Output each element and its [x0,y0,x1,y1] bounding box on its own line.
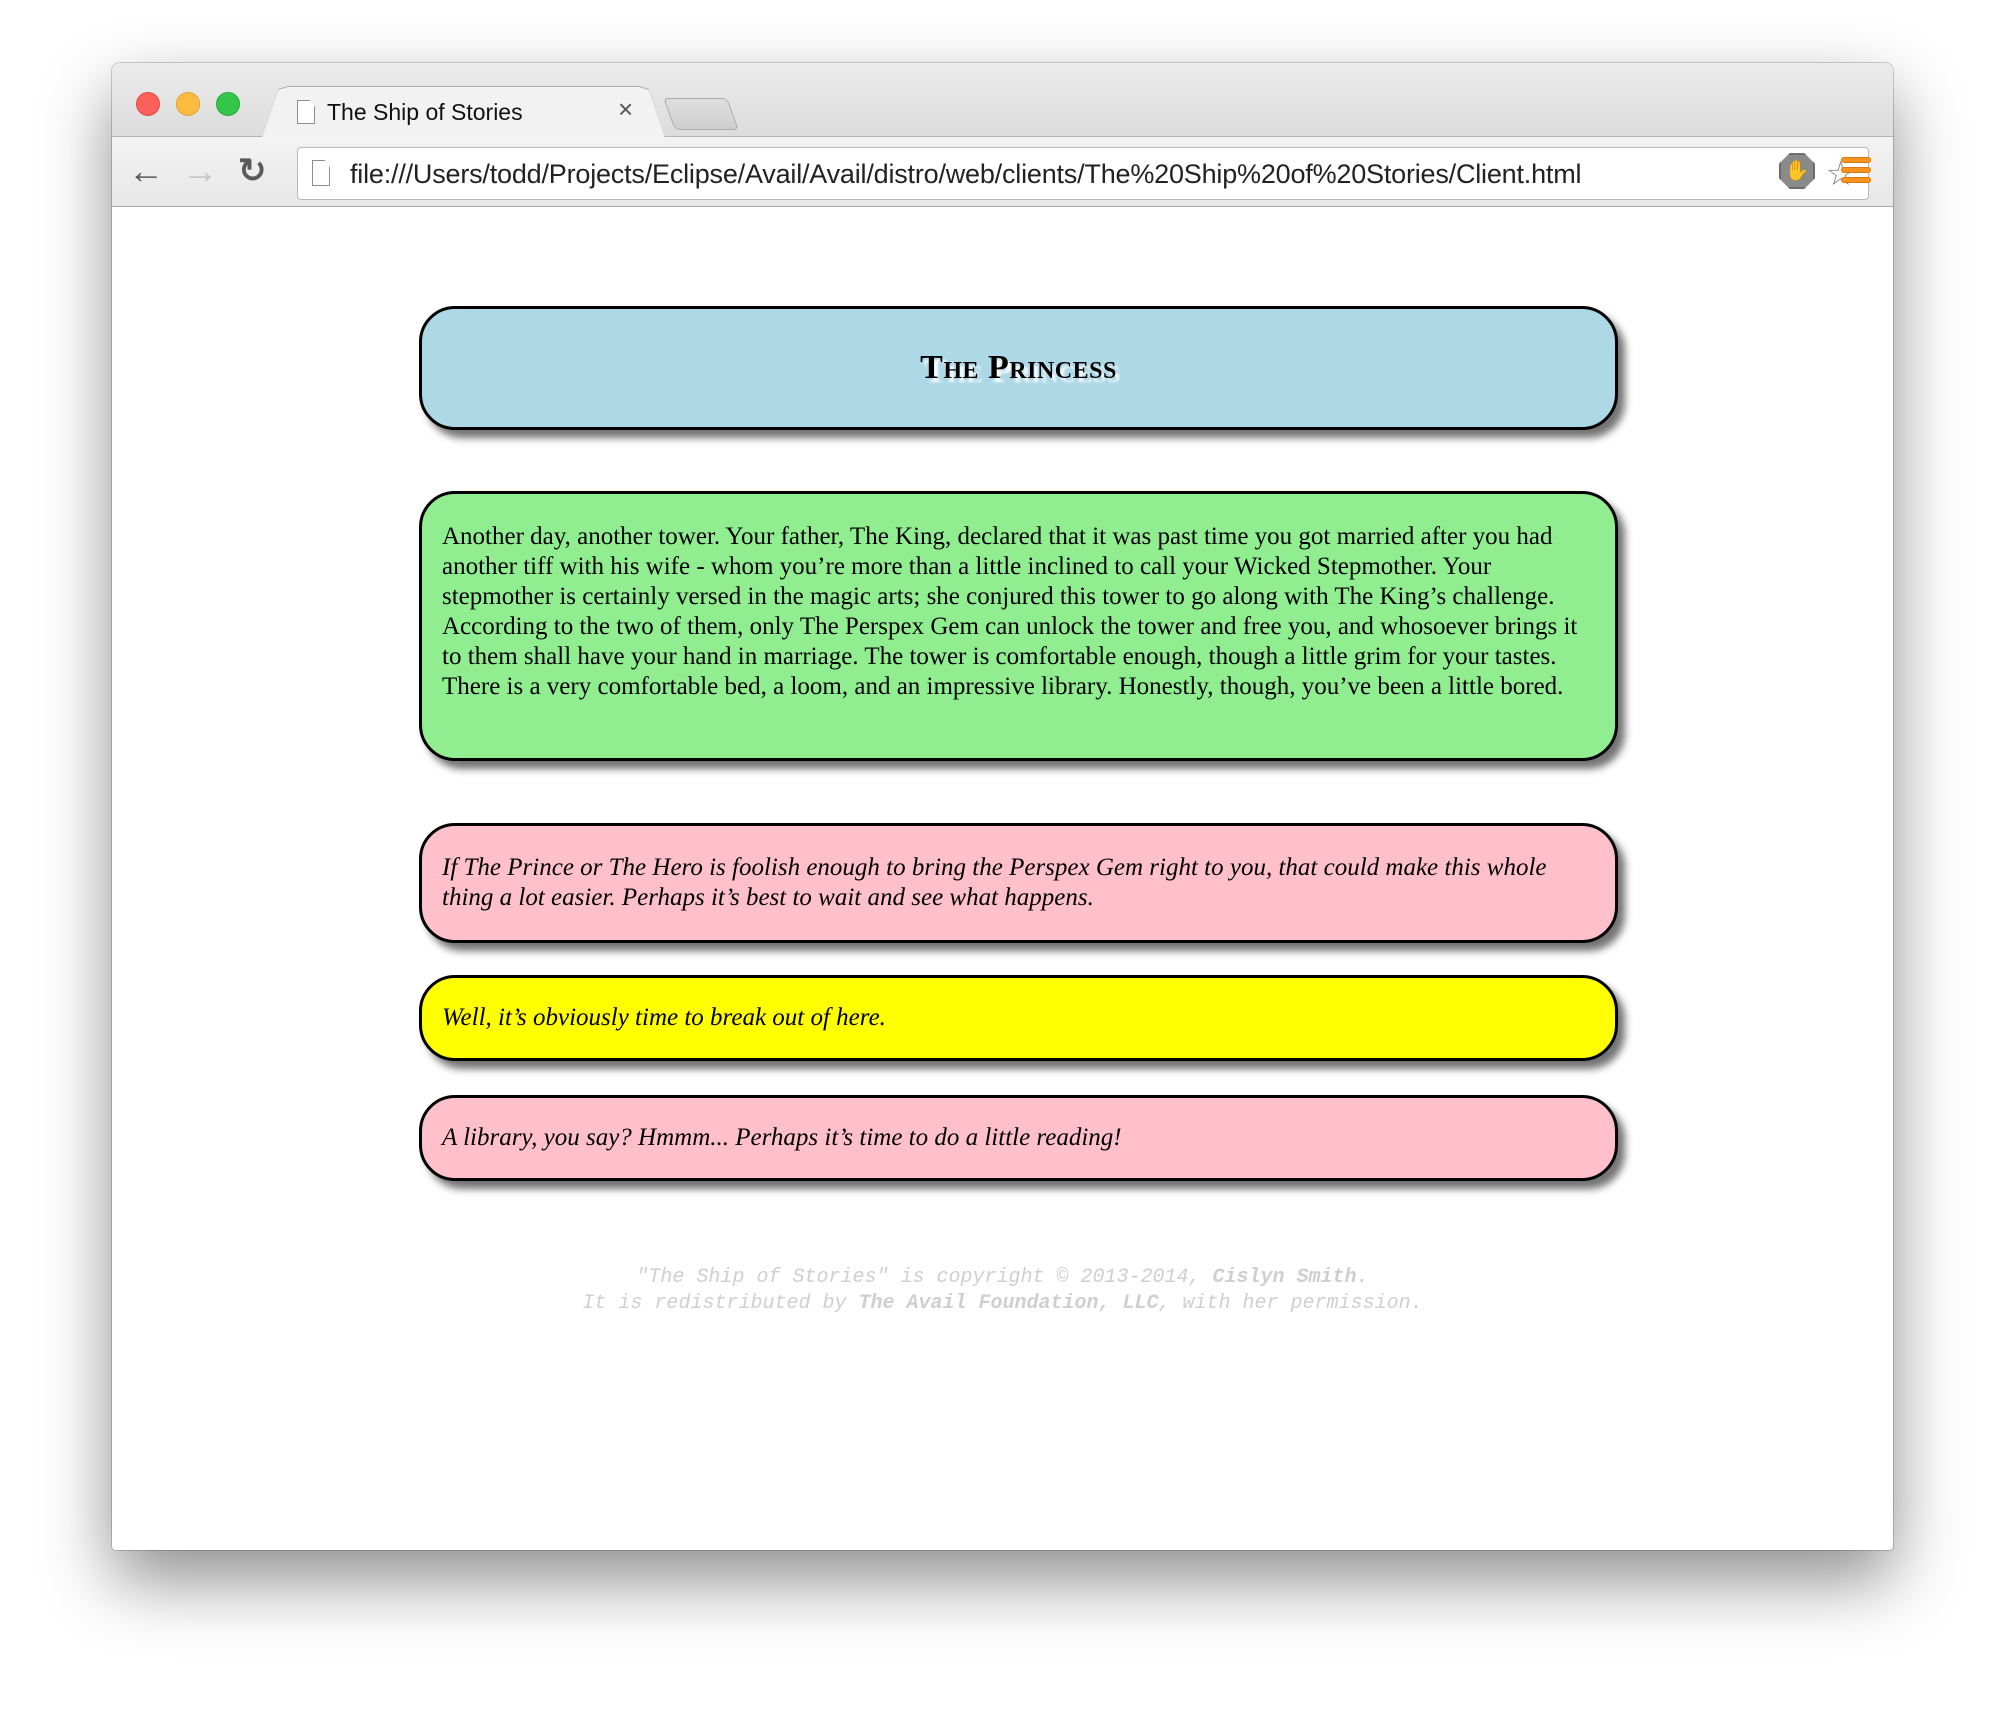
address-bar[interactable]: file:///Users/todd/Projects/Eclipse/Avai… [297,147,1869,200]
page-icon [312,160,330,186]
choice-text: Well, it’s obviously time to break out o… [442,1004,886,1031]
choice-break-out[interactable]: Well, it’s obviously time to break out o… [419,975,1618,1061]
forward-arrow-icon[interactable]: → [182,151,218,191]
copyright-line: "The Ship of Stories" is copyright © 201… [112,1265,1893,1291]
page-content: The Princess Another day, another tower.… [112,208,1893,1550]
back-arrow-icon[interactable]: ← [128,151,164,191]
story-title: The Princess [920,349,1117,386]
browser-window: The Ship of Stories × ← → ↻ file:///User… [112,63,1893,1550]
choice-text: If The Prince or The Hero is foolish eno… [442,854,1547,911]
copyright-text: . [1356,1266,1369,1289]
menu-bar-line [1841,167,1871,173]
close-window-button[interactable] [136,92,160,116]
reload-icon[interactable]: ↻ [238,151,267,191]
page-icon [297,100,315,124]
minimize-window-button[interactable] [176,92,200,116]
menu-bar-line [1841,157,1871,163]
redistribution-line: It is redistributed by The Avail Foundat… [112,1291,1893,1317]
url-text[interactable]: file:///Users/todd/Projects/Eclipse/Avai… [350,159,1581,190]
choice-read-library[interactable]: A library, you say? Hmmm... Perhaps it’s… [419,1095,1618,1181]
copyright-footer: "The Ship of Stories" is copyright © 201… [112,1265,1893,1317]
menu-bar-line [1841,177,1871,183]
story-title-box: The Princess [419,306,1618,430]
adblock-hand-icon[interactable]: ✋ [1779,153,1815,189]
author-name: Cislyn Smith [1212,1266,1357,1289]
tab-title[interactable]: The Ship of Stories [327,99,523,126]
choice-text: A library, you say? Hmmm... Perhaps it’s… [442,1124,1122,1151]
redistribution-text: , with her permission. [1158,1292,1423,1315]
tab-strip: The Ship of Stories × [112,63,1893,138]
zoom-window-button[interactable] [216,92,240,116]
choice-wait-and-see[interactable]: If The Prince or The Hero is foolish eno… [419,823,1618,943]
organization-name: The Avail Foundation, LLC [858,1292,1159,1315]
copyright-text: "The Ship of Stories" is copyright © 201… [636,1266,1213,1289]
story-text: Another day, another tower. Your father,… [442,523,1578,700]
story-text-box: Another day, another tower. Your father,… [419,491,1618,761]
redistribution-text: It is redistributed by [582,1292,859,1315]
new-tab-button[interactable] [663,98,739,130]
hamburger-menu-icon[interactable] [1841,157,1871,185]
toolbar: ← → ↻ file:///Users/todd/Projects/Eclips… [112,137,1893,207]
tab-close-icon[interactable]: × [618,96,633,122]
